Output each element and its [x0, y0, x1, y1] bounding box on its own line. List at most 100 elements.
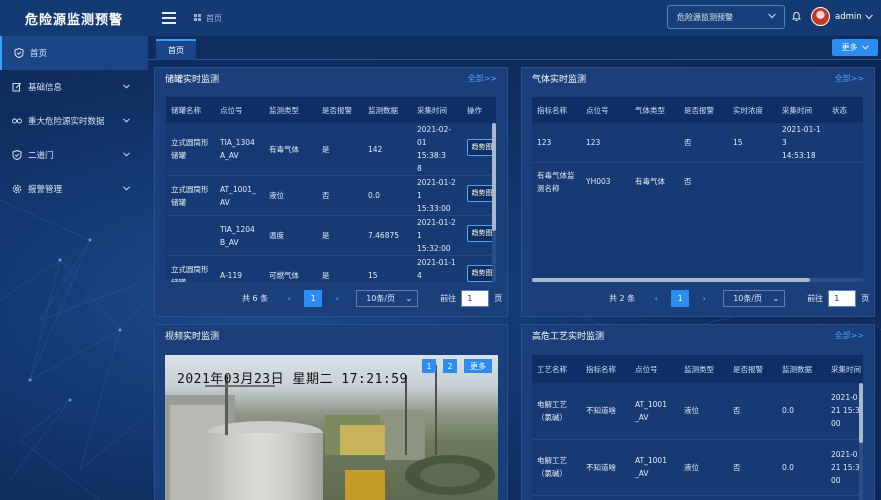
col-header: 点位号 [215, 97, 264, 123]
video-channel-1-button[interactable]: 1 [422, 359, 436, 373]
col-header: 指标名称 [532, 97, 581, 123]
cell: 是 [317, 255, 363, 282]
user-name[interactable]: admin [835, 12, 862, 22]
cell: 有毒气体监 [537, 170, 575, 180]
cell: _AV [635, 412, 649, 422]
sidebar: 危险源监测预警 首页 基础信息 重大危险源实时数据 二道门 报警管理 [0, 0, 148, 500]
tab-home[interactable]: 首页 [156, 39, 196, 60]
tank-table-scrollbar[interactable] [492, 123, 496, 282]
col-header: 监测类型 [679, 355, 728, 383]
sidebar-item-second-gate[interactable]: 二道门 [0, 138, 148, 172]
chevron-down-icon [123, 116, 130, 126]
cell: 15 [363, 255, 412, 282]
cell: 有毒气体 [630, 162, 679, 200]
cell: 3 14:53:18 [782, 138, 816, 160]
chevron-down-icon: ⌄ [405, 294, 413, 303]
prev-page-button[interactable]: ‹ [647, 290, 666, 307]
goto-suffix: 页 [494, 294, 503, 303]
sidebar-item-basic-info[interactable]: 基础信息 [0, 70, 148, 104]
cell: 是 [317, 123, 363, 176]
chevron-down-icon [123, 184, 130, 194]
sidebar-item-label: 基础信息 [28, 83, 63, 93]
video-feed[interactable]: 2021年03月23日 星期二 17:21:59 [165, 355, 498, 500]
cell: 否 [728, 383, 777, 440]
gas-table: 指标名称 点位号 气体类型 是否报警 实时浓度 采集时间 状态 123 123 … [532, 97, 863, 200]
goto-page-input[interactable]: 1 [828, 290, 857, 307]
grid-icon [194, 13, 201, 23]
col-header: 点位号 [581, 97, 630, 123]
view-all-link[interactable]: 全部>> [835, 73, 864, 84]
page-number[interactable]: 1 [304, 290, 323, 307]
cell: 不知道啥 [581, 439, 630, 496]
sidebar-item-label: 二道门 [28, 151, 54, 161]
avatar[interactable] [811, 7, 830, 26]
bell-icon[interactable] [791, 11, 802, 24]
view-all-link[interactable]: 全部>> [835, 330, 864, 341]
cell: 立式圆筒形 [171, 264, 209, 274]
cell: 温度 [264, 215, 317, 256]
cell: 液位 [264, 175, 317, 216]
col-header: 操作 [462, 97, 496, 123]
col-header: 实时浓度 [728, 97, 777, 123]
cell: B_AV [220, 237, 239, 247]
video-more-button[interactable]: 更多 [464, 359, 492, 373]
goto-page-input[interactable]: 1 [461, 290, 490, 307]
cell: 8 [417, 164, 422, 173]
page-size-select[interactable]: 10条/页 ⌄ [356, 290, 419, 307]
process-table-scrollbar[interactable] [859, 383, 863, 500]
sidebar-item-label: 重大危险源实时数据 [28, 117, 105, 127]
tabs-more-button[interactable]: 更多 [832, 39, 878, 56]
cell: 15 [728, 123, 777, 163]
chevron-down-icon [768, 12, 776, 21]
cell: （氯碱） [537, 412, 567, 422]
cell: 否 [317, 175, 363, 216]
col-header: 采集时间 [777, 97, 827, 123]
gear-icon [12, 184, 22, 194]
cell: 01 15:38:3 [417, 138, 446, 160]
prev-page-button[interactable]: ‹ [280, 290, 299, 307]
sidebar-item-alarm-management[interactable]: 报警管理 [0, 172, 148, 206]
gas-table-scrollbar[interactable] [532, 278, 863, 282]
chevron-down-icon: ⌄ [772, 294, 780, 303]
sidebar-item-home[interactable]: 首页 [0, 36, 148, 70]
cell: 123 [581, 123, 630, 163]
col-header: 采集时间 [412, 97, 462, 123]
breadcrumb-home[interactable]: 首页 [206, 13, 222, 24]
cell [827, 123, 863, 163]
chevron-down-icon [123, 150, 130, 160]
page-size-select[interactable]: 10条/页 ⌄ [723, 290, 786, 307]
system-selector[interactable]: 危险源监测预警 [667, 5, 785, 29]
page-number[interactable]: 1 [671, 290, 690, 307]
view-all-link[interactable]: 全部>> [468, 73, 497, 84]
menu-toggle-icon[interactable] [162, 12, 176, 24]
cell [728, 162, 777, 200]
col-header: 是否报警 [679, 97, 728, 123]
cell: 00 [831, 419, 841, 429]
col-header: 是否报警 [728, 355, 777, 383]
sidebar-item-label: 报警管理 [28, 185, 63, 195]
cell: 1 15:33:00 [417, 191, 451, 213]
gas-table-empty-area [532, 200, 863, 282]
col-header: 监测类型 [264, 97, 317, 123]
cell: 液位 [679, 439, 728, 496]
chevron-down-icon[interactable] [865, 13, 873, 22]
cell: 液位 [679, 383, 728, 440]
col-header: 储罐名称 [166, 97, 215, 123]
table-row: 电解工艺 （氯碱） 不知道啥 AT_1001 _AV 液位 否 0.0 2021-0… [532, 383, 863, 440]
cell: 1 15:32:00 [417, 231, 451, 253]
next-page-button[interactable]: › [328, 290, 347, 307]
cell: 有毒气体 [264, 123, 317, 176]
cell [777, 162, 827, 200]
glasses-icon [12, 116, 22, 126]
sidebar-item-realtime-data[interactable]: 重大危险源实时数据 [0, 104, 148, 138]
cell: 7.46875 [363, 215, 412, 256]
cell: 立式圆筒形 [171, 184, 209, 194]
table-row: TIA_1204 B_AV 温度 是 7.46875 2021-01-2 1 15:… [166, 215, 496, 256]
pager-total: 共 2 条 [609, 294, 636, 303]
next-page-button[interactable]: › [695, 290, 714, 307]
tabs-bar: 首页 更多 [148, 36, 881, 60]
process-table: 工艺名称 指标名称 点位号 监测类型 是否报警 监测数据 采集时间 电解工艺 （氯… [532, 355, 863, 500]
video-channel-2-button[interactable]: 2 [443, 359, 457, 373]
cell: 0.0 [777, 439, 826, 496]
video-timestamp: 2021年03月23日 星期二 17:21:59 [177, 372, 408, 387]
